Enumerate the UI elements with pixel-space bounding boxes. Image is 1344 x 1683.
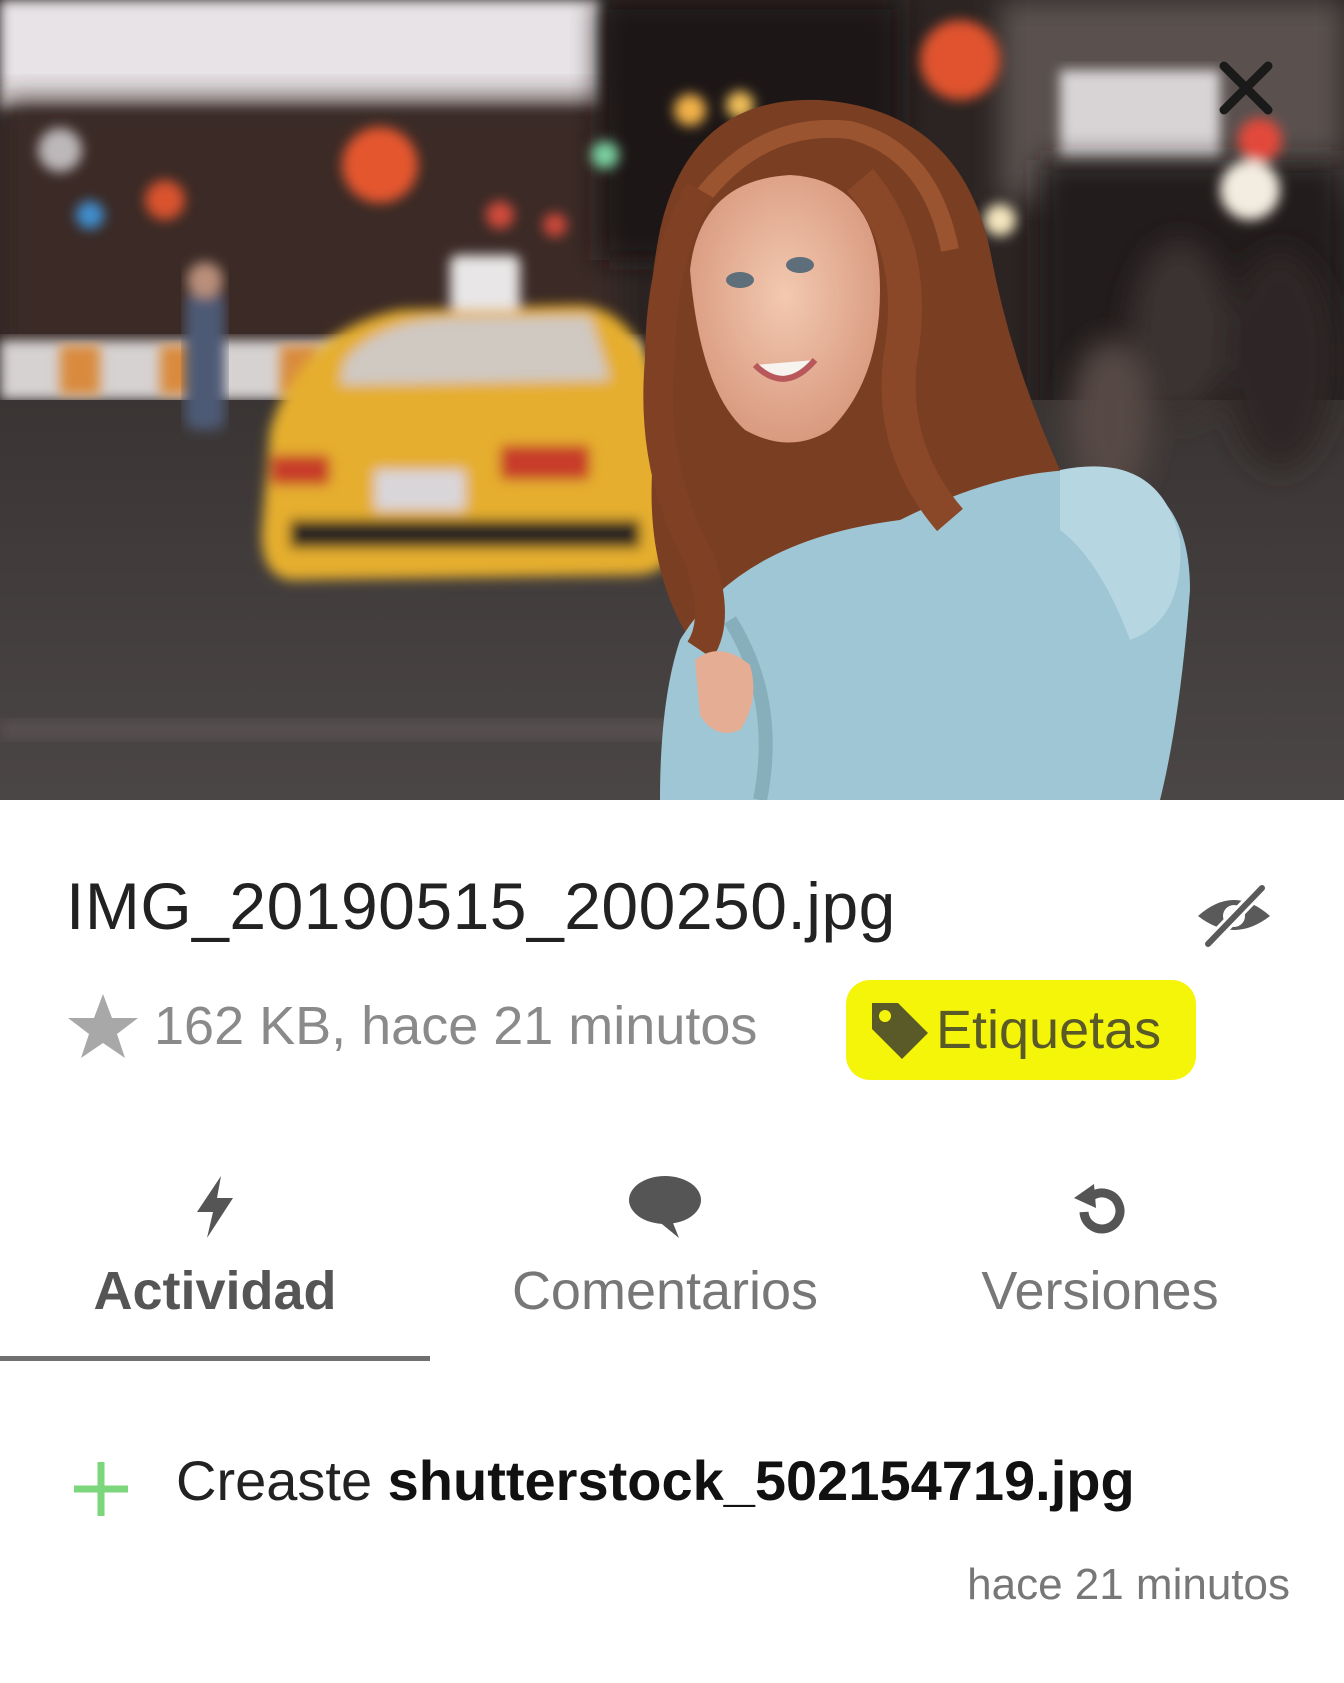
activity-timestamp: hace 21 minutos (967, 1560, 1290, 1609)
tags-button[interactable]: Etiquetas (846, 980, 1196, 1080)
file-meta-row: 162 KB, hace 21 minutos (66, 990, 757, 1062)
activity-target-file[interactable]: shutterstock_502154719.jpg (388, 1449, 1135, 1512)
file-details-sidebar: IMG_20190515_200250.jpg 162 KB, hace 21 … (0, 0, 1344, 1683)
bolt-icon (197, 1176, 233, 1238)
tab-comments-label: Comentarios (511, 1261, 819, 1321)
activity-list-item: Creaste shutterstock_502154719.jpg hace … (70, 1440, 1290, 1640)
star-icon[interactable] (66, 991, 140, 1061)
file-size-and-date: 162 KB, hace 21 minutos (154, 996, 758, 1056)
detail-tabs: Actividad Comentarios Versiones (0, 1160, 1344, 1360)
tab-activity[interactable]: Actividad (0, 1160, 430, 1360)
tab-versions-label: Versiones (981, 1261, 1219, 1321)
tab-activity-label: Actividad (93, 1261, 337, 1321)
active-tab-indicator (0, 1356, 430, 1361)
tag-icon (872, 1003, 928, 1059)
speech-bubble-icon (629, 1176, 701, 1238)
tags-label: Etiquetas (936, 1000, 1162, 1060)
activity-action: Creaste (176, 1449, 373, 1512)
file-preview-image (0, 0, 1344, 800)
tab-versions[interactable]: Versiones (900, 1160, 1300, 1360)
file-name-title: IMG_20190515_200250.jpg (66, 869, 896, 943)
activity-message: Creaste shutterstock_502154719.jpg (176, 1448, 1135, 1513)
close-icon[interactable] (1212, 54, 1280, 122)
history-icon (1074, 1184, 1125, 1234)
tab-comments[interactable]: Comentarios (430, 1160, 900, 1360)
plus-icon (74, 1462, 128, 1516)
eye-slash-icon[interactable] (1194, 880, 1274, 950)
